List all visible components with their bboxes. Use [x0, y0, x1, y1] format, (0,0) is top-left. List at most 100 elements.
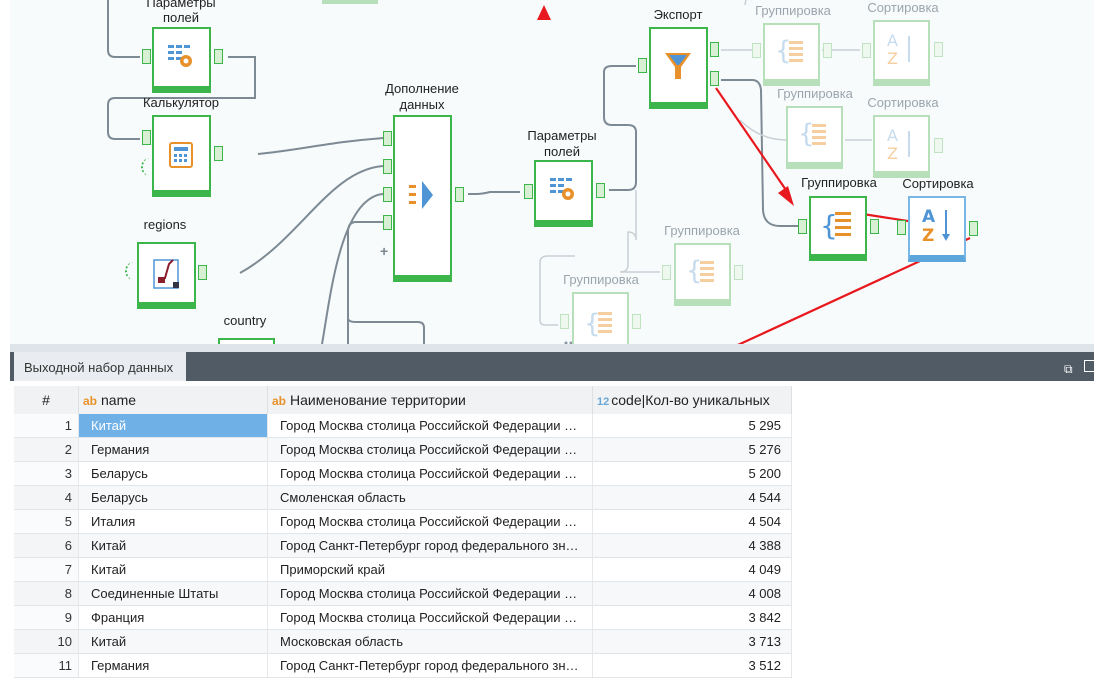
cell-name[interactable]: Франция — [78, 605, 268, 630]
table-row[interactable]: 8 Соединенные Штаты Город Москва столица Р… — [14, 581, 792, 606]
node-field-params-2[interactable] — [534, 160, 593, 227]
cell-name[interactable]: Италия — [78, 509, 268, 534]
cell-territory[interactable]: Город Москва столица Российской Федераци… — [267, 461, 593, 486]
cell-count[interactable]: 4 388 — [592, 533, 792, 558]
node-export[interactable] — [649, 27, 708, 109]
table-row[interactable]: 5 Италия Город Москва столица Российской Ф… — [14, 509, 792, 534]
input-port[interactable] — [524, 184, 533, 199]
input-port[interactable] — [383, 159, 392, 174]
cell-territory[interactable]: Город Москва столица Российской Федераци… — [267, 581, 593, 606]
row-index[interactable]: 5 — [14, 509, 79, 534]
cell-name[interactable]: Китай — [78, 629, 268, 654]
cell-territory[interactable]: Смоленская область — [267, 485, 593, 510]
row-index[interactable]: 3 — [14, 461, 79, 486]
cell-name[interactable]: Германия — [78, 653, 268, 678]
node-sort-faded-1[interactable]: A Z — [873, 20, 930, 86]
cell-count[interactable]: 3 842 — [592, 605, 792, 630]
output-port[interactable] — [214, 49, 223, 64]
panel-resize-bar[interactable] — [10, 344, 1094, 352]
cell-territory[interactable]: Город Москва столица Российской Федераци… — [267, 605, 593, 630]
node-sort-faded-2[interactable]: A Z — [873, 115, 930, 178]
input-port[interactable] — [798, 219, 807, 234]
cell-count[interactable]: 5 295 — [592, 414, 792, 438]
cell-count[interactable]: 4 049 — [592, 557, 792, 582]
cell-count[interactable]: 5 200 — [592, 461, 792, 486]
output-port[interactable] — [734, 265, 743, 280]
input-port[interactable] — [142, 49, 151, 64]
cell-territory[interactable]: Приморский край — [267, 557, 593, 582]
output-port[interactable] — [969, 221, 978, 236]
cell-name[interactable]: Китай — [78, 414, 268, 438]
node-group-faded-4[interactable]: { — [572, 292, 629, 344]
row-index[interactable]: 8 — [14, 581, 79, 606]
row-index[interactable]: 4 — [14, 485, 79, 510]
add-port-icon[interactable]: + — [380, 243, 388, 259]
cell-count[interactable]: 4 504 — [592, 509, 792, 534]
cell-count[interactable]: 4 544 — [592, 485, 792, 510]
maximize-window-icon[interactable] — [1084, 360, 1094, 372]
input-port[interactable] — [662, 265, 671, 280]
workflow-canvas[interactable]: Параметры полей Калькулятор regions coun… — [0, 0, 1094, 344]
cell-name[interactable]: Соединенные Штаты — [78, 581, 268, 606]
row-index[interactable]: 2 — [14, 437, 79, 462]
output-port[interactable] — [214, 146, 223, 161]
table-row[interactable]: 1 Китай Город Москва столица Российской Фе… — [14, 414, 792, 438]
node-group-faded-2[interactable]: { — [786, 106, 843, 169]
row-index[interactable]: 11 — [14, 653, 79, 678]
node-join-data[interactable] — [393, 115, 452, 282]
tab-output-dataset[interactable]: Выходной набор данных — [14, 352, 186, 381]
table-row[interactable]: 4 Беларусь Смоленская область 4 544 — [14, 485, 792, 510]
input-port[interactable] — [752, 43, 761, 58]
node-group-faded-3[interactable]: { — [674, 243, 731, 306]
row-index[interactable]: 1 — [14, 414, 79, 438]
restore-window-icon[interactable]: ⧉ — [1064, 362, 1073, 377]
table-row[interactable]: 10 Китай Московская область 3 713 — [14, 629, 792, 654]
column-header-territory[interactable]: ab Наименование территории — [267, 386, 593, 414]
table-row[interactable]: 11 Германия Город Санкт-Петербург город фе… — [14, 653, 792, 678]
table-row[interactable]: 3 Беларусь Город Москва столица Российской… — [14, 461, 792, 486]
cell-count[interactable]: 5 276 — [592, 437, 792, 462]
cell-territory[interactable]: Город Москва столица Российской Федераци… — [267, 509, 593, 534]
output-port[interactable] — [710, 71, 719, 86]
output-port[interactable] — [934, 138, 943, 153]
input-port[interactable] — [142, 130, 151, 145]
input-port[interactable] — [897, 220, 906, 235]
output-port[interactable] — [632, 314, 641, 329]
table-row[interactable]: 6 Китай Город Санкт-Петербург город федера… — [14, 533, 792, 558]
cell-name[interactable]: Китай — [78, 557, 268, 582]
input-port[interactable] — [862, 43, 871, 58]
input-port[interactable] — [383, 215, 392, 230]
cell-name[interactable]: Германия — [78, 437, 268, 462]
cell-territory[interactable]: Город Санкт-Петербург город федерального… — [267, 653, 593, 678]
input-port[interactable] — [560, 314, 569, 329]
table-row[interactable]: 2 Германия Город Москва столица Российской… — [14, 437, 792, 462]
cell-name[interactable]: Китай — [78, 533, 268, 558]
table-row[interactable]: 7 Китай Приморский край 4 049 — [14, 557, 792, 582]
cell-count[interactable]: 4 008 — [592, 581, 792, 606]
node-group-faded-1[interactable]: { — [763, 23, 820, 86]
column-header-name[interactable]: ab name — [78, 386, 268, 414]
cell-territory[interactable]: Город Санкт-Петербург город федерального… — [267, 533, 593, 558]
output-port[interactable] — [870, 219, 879, 234]
input-port[interactable] — [383, 131, 392, 146]
table-row[interactable]: 9 Франция Город Москва столица Российской … — [14, 605, 792, 630]
cell-territory[interactable]: Город Москва столица Российской Федераци… — [267, 414, 593, 438]
cell-name[interactable]: Беларусь — [78, 485, 268, 510]
row-index[interactable]: 10 — [14, 629, 79, 654]
output-port[interactable] — [596, 183, 605, 198]
cell-count[interactable]: 3 713 — [592, 629, 792, 654]
row-index[interactable]: 9 — [14, 605, 79, 630]
output-port[interactable] — [934, 42, 943, 57]
cell-count[interactable]: 3 512 — [592, 653, 792, 678]
output-port[interactable] — [710, 42, 719, 57]
input-port[interactable] — [383, 187, 392, 202]
column-header-index[interactable]: # — [14, 386, 79, 414]
node-regions[interactable] — [137, 242, 196, 309]
node-group-active[interactable]: { — [809, 196, 867, 261]
cell-territory[interactable]: Московская область — [267, 629, 593, 654]
cell-territory[interactable]: Город Москва столица Российской Федераци… — [267, 437, 593, 462]
output-port[interactable] — [823, 43, 832, 58]
node-sort-active[interactable]: A Z — [908, 196, 966, 262]
cell-name[interactable]: Беларусь — [78, 461, 268, 486]
row-index[interactable]: 6 — [14, 533, 79, 558]
